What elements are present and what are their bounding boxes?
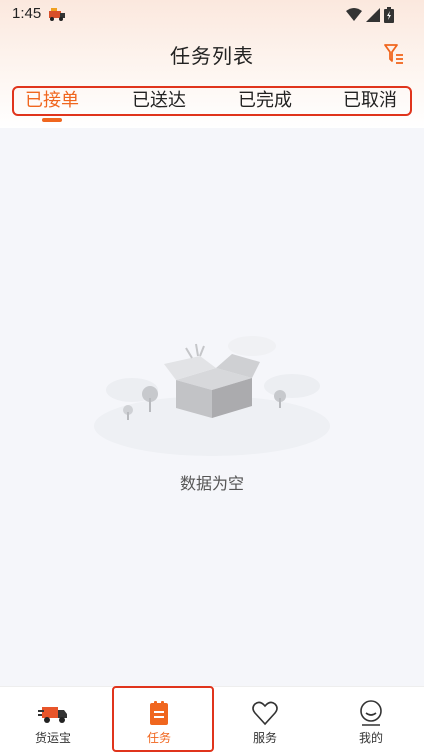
battery-icon xyxy=(384,7,394,23)
status-icons xyxy=(346,7,394,23)
cell-signal-icon xyxy=(366,8,380,22)
page-title: 任务列表 xyxy=(170,44,254,68)
nav-label: 货运宝 xyxy=(34,731,71,745)
filter-icon[interactable] xyxy=(382,42,406,66)
nav-label: 我的 xyxy=(358,731,383,745)
nav-item-freight[interactable]: 货运宝 xyxy=(0,687,106,754)
truck-icon xyxy=(38,707,67,723)
app-notification-icon xyxy=(49,8,65,21)
tab-cancelled[interactable]: 已取消 xyxy=(320,88,420,114)
tab-completed[interactable]: 已完成 xyxy=(215,88,315,114)
wifi-icon xyxy=(346,8,362,21)
nav-item-profile[interactable]: 我的 xyxy=(318,687,424,754)
heart-icon xyxy=(252,701,278,726)
nav-item-service[interactable]: 服务 xyxy=(212,687,318,754)
empty-box-illustration xyxy=(94,336,330,456)
active-tab-indicator xyxy=(42,118,62,122)
empty-state-text: 数据为空 xyxy=(179,474,244,493)
tab-accepted[interactable]: 已接单 xyxy=(2,88,102,114)
tab-delivered[interactable]: 已送达 xyxy=(109,88,209,114)
nav-highlight-box xyxy=(112,686,214,752)
status-time: 1:45 xyxy=(12,5,42,22)
nav-label: 服务 xyxy=(252,731,277,745)
status-bar: 1:45 xyxy=(0,0,424,30)
profile-icon xyxy=(360,700,382,726)
